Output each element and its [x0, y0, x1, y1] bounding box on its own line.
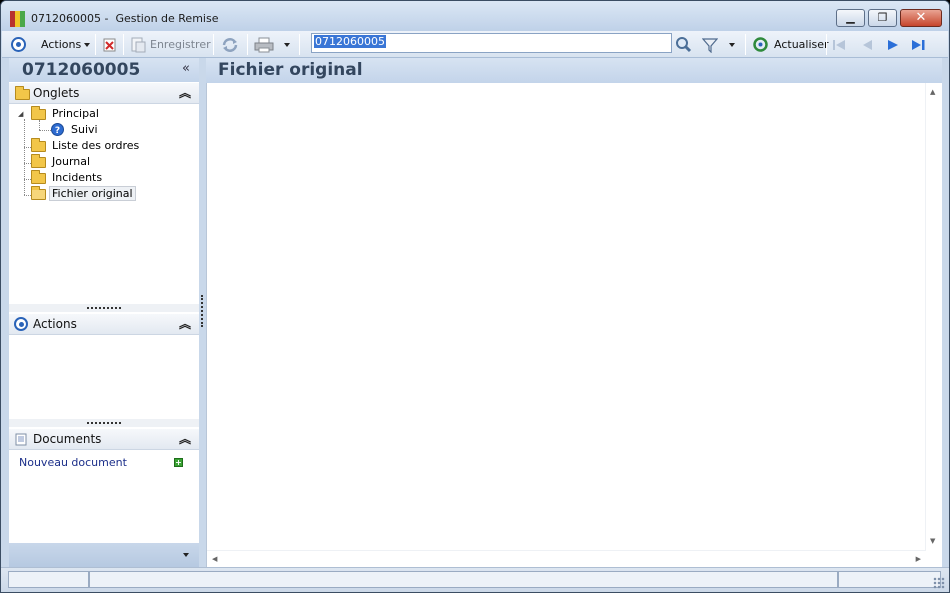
- printer-icon: [254, 37, 274, 52]
- maximize-button[interactable]: ❐: [868, 9, 897, 27]
- refresh-icon: [753, 37, 768, 52]
- tree-item-liste-des-ordres[interactable]: Liste des ordres: [52, 139, 139, 152]
- app-logo-icon: [10, 11, 26, 27]
- new-document-link[interactable]: Nouveau document: [19, 456, 127, 469]
- documents-section-header[interactable]: Documents ︽: [9, 429, 199, 450]
- chevron-up-icon: ︽: [178, 317, 191, 331]
- scroll-up-icon[interactable]: ▲: [930, 88, 935, 96]
- onglets-title: Onglets: [33, 86, 80, 100]
- actions-section-header[interactable]: Actions ︽: [9, 314, 199, 335]
- page-title: Fichier original: [218, 60, 363, 80]
- actions-menu-label: Actions: [41, 38, 82, 51]
- add-icon[interactable]: +: [174, 458, 183, 467]
- sync-button[interactable]: [221, 31, 239, 58]
- save-label: Enregistrer: [150, 38, 211, 51]
- record-id: 0712060005: [22, 60, 141, 80]
- save-button[interactable]: Enregistrer: [130, 31, 211, 58]
- folder-open-icon: [31, 186, 46, 200]
- chevron-down-icon: [84, 42, 91, 47]
- status-cell-3: [838, 571, 941, 588]
- search-input[interactable]: 0712060005: [311, 33, 672, 53]
- left-panel-footer: [9, 543, 199, 567]
- folder-icon: [15, 86, 30, 100]
- onglets-splitter[interactable]: [9, 304, 199, 312]
- actions-circle-button[interactable]: [11, 31, 26, 58]
- next-record-icon: [888, 39, 898, 50]
- vertical-scrollbar[interactable]: ▲ ▼: [925, 83, 942, 550]
- previous-record-icon: [863, 39, 872, 50]
- status-cell-2: [89, 571, 838, 588]
- scroll-down-icon[interactable]: ▼: [930, 537, 935, 545]
- scroll-left-icon[interactable]: ◀: [212, 555, 217, 563]
- minimize-icon: ▁: [846, 11, 855, 24]
- tree-item-journal[interactable]: Journal: [52, 155, 90, 168]
- refresh-label: Actualiser: [774, 38, 829, 51]
- record-header: 0712060005 «: [9, 58, 199, 82]
- search-input-value: 0712060005: [314, 35, 386, 48]
- search-button[interactable]: [675, 31, 692, 58]
- restore-icon: ❐: [877, 11, 888, 24]
- folder-icon: [31, 170, 46, 184]
- print-options-dropdown[interactable]: [281, 31, 290, 58]
- documents-title: Documents: [33, 432, 102, 446]
- close-button[interactable]: ✕: [900, 9, 942, 27]
- main-content: ▲ ▼ ◀ ▶: [206, 83, 942, 567]
- window-controls: ▁ ❐ ✕: [836, 9, 942, 28]
- actions-list: [9, 336, 199, 418]
- print-button[interactable]: [254, 31, 274, 58]
- panel-resize-handle[interactable]: [201, 295, 203, 327]
- folder-icon: [31, 154, 46, 168]
- previous-record-button[interactable]: [860, 31, 874, 58]
- svg-text:?: ?: [55, 126, 60, 136]
- actions-menu-button[interactable]: Actions: [41, 31, 91, 58]
- actions-splitter[interactable]: [9, 419, 199, 427]
- next-record-button[interactable]: [886, 31, 900, 58]
- expand-triangle-icon[interactable]: ◢: [18, 110, 23, 118]
- chevron-down-icon[interactable]: [183, 553, 189, 557]
- sync-icon: [222, 37, 238, 52]
- close-icon: ✕: [915, 10, 927, 25]
- status-bar: [1, 567, 949, 592]
- last-record-button[interactable]: [911, 31, 927, 58]
- refresh-button[interactable]: Actualiser: [752, 31, 829, 58]
- save-document-icon: [131, 37, 146, 52]
- filter-options-dropdown[interactable]: [726, 31, 735, 58]
- resize-grip-icon[interactable]: [933, 577, 945, 589]
- delete-button[interactable]: [103, 31, 117, 58]
- chevron-up-icon: ︽: [178, 432, 191, 446]
- chevron-down-icon: [729, 42, 735, 47]
- funnel-icon: [702, 37, 718, 53]
- last-record-icon: [912, 39, 925, 50]
- scroll-right-icon[interactable]: ▶: [916, 555, 921, 563]
- minimize-button[interactable]: ▁: [836, 9, 865, 27]
- status-cell-1: [8, 571, 89, 588]
- chevron-down-icon: [284, 42, 290, 47]
- collapse-panel-button[interactable]: «: [182, 61, 190, 76]
- tree-item-fichier-original[interactable]: Fichier original: [49, 186, 136, 201]
- window-title: 0712060005 - Gestion de Remise: [31, 12, 219, 25]
- first-record-icon: [833, 39, 845, 50]
- document-icon: [15, 433, 27, 446]
- application-window: 0712060005 - Gestion de Remise ▁ ❐ ✕ Act…: [0, 0, 950, 593]
- chevron-up-icon: ︽: [178, 86, 191, 100]
- help-circle-icon: ?: [51, 123, 64, 136]
- filter-button[interactable]: [702, 31, 718, 58]
- left-panel: 0712060005 « Onglets ︽ ◢ Principal ? Sui…: [9, 58, 199, 567]
- first-record-button[interactable]: [832, 31, 846, 58]
- horizontal-scrollbar[interactable]: ◀ ▶: [207, 550, 926, 567]
- delete-icon: [103, 38, 116, 51]
- main-header: Fichier original: [206, 58, 942, 83]
- title-bar: 0712060005 - Gestion de Remise ▁ ❐ ✕: [1, 1, 949, 31]
- onglets-section-header[interactable]: Onglets ︽: [9, 83, 199, 104]
- tree-item-incidents[interactable]: Incidents: [52, 171, 102, 184]
- tree-item-suivi[interactable]: Suivi: [71, 123, 98, 136]
- target-icon: [11, 37, 26, 52]
- actions-title: Actions: [33, 317, 77, 331]
- magnifier-icon: [676, 37, 692, 53]
- folder-icon: [31, 138, 46, 152]
- folder-icon: [31, 106, 46, 120]
- toolbar: Actions Enregistrer 0712060005 Actualise…: [2, 31, 948, 58]
- tree-item-principal[interactable]: Principal: [52, 107, 99, 120]
- target-icon: [14, 317, 28, 331]
